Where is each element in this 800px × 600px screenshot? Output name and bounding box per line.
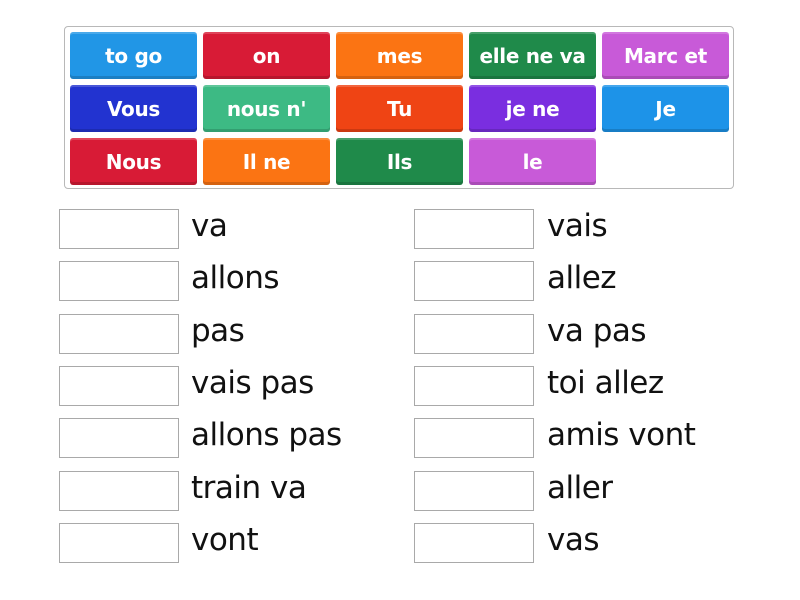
answer-tile[interactable]: Ils: [336, 138, 463, 185]
answer-tile[interactable]: Nous: [70, 138, 197, 185]
drop-slot[interactable]: [59, 313, 179, 354]
drop-slot[interactable]: [414, 313, 534, 354]
prompt-text: vais: [547, 208, 608, 244]
drop-slot[interactable]: [414, 365, 534, 406]
drop-slot[interactable]: [414, 522, 534, 563]
answer-tile[interactable]: Il ne: [203, 138, 330, 185]
prompt-text: vont: [191, 521, 259, 558]
drop-slot[interactable]: [59, 261, 179, 302]
drop-slot[interactable]: [59, 418, 179, 459]
answer-tile[interactable]: elle ne va: [469, 32, 596, 79]
prompt-text: vais pas: [191, 364, 314, 401]
prompt-text: va: [191, 208, 228, 244]
drop-slot[interactable]: [414, 418, 534, 459]
prompt-text: allez: [547, 260, 617, 297]
drop-slot[interactable]: [59, 209, 179, 249]
drop-slot[interactable]: [414, 470, 534, 511]
drop-slot[interactable]: [59, 522, 179, 563]
answer-tile[interactable]: le: [469, 138, 596, 185]
drop-slot[interactable]: [414, 261, 534, 302]
answer-tile[interactable]: Je: [602, 85, 729, 132]
answer-tile[interactable]: to go: [70, 32, 197, 79]
answer-tile[interactable]: je ne: [469, 85, 596, 132]
prompt-text: vas: [547, 521, 600, 558]
drop-slot[interactable]: [59, 365, 179, 406]
answer-tile[interactable]: Tu: [336, 85, 463, 132]
answer-tile[interactable]: Marc et: [602, 32, 729, 79]
answer-tile[interactable]: Vous: [70, 85, 197, 132]
word-bank: to go on mes elle ne va Marc et Vous nous n' Tu…: [64, 26, 734, 189]
prompt-text: aller: [547, 469, 613, 506]
drop-slot[interactable]: [414, 209, 534, 249]
prompt-text: train va: [191, 469, 307, 506]
drop-slot[interactable]: [59, 470, 179, 511]
answer-tile[interactable]: mes: [336, 32, 463, 79]
prompt-text: allons pas: [191, 417, 342, 454]
prompt-text: allons: [191, 260, 280, 297]
prompt-text: va pas: [547, 312, 647, 349]
answer-tile[interactable]: on: [203, 32, 330, 79]
prompt-text: amis vont: [547, 417, 696, 454]
answer-tile[interactable]: nous n': [203, 85, 330, 132]
prompt-text: pas: [191, 312, 245, 349]
prompt-text: toi allez: [547, 364, 664, 401]
